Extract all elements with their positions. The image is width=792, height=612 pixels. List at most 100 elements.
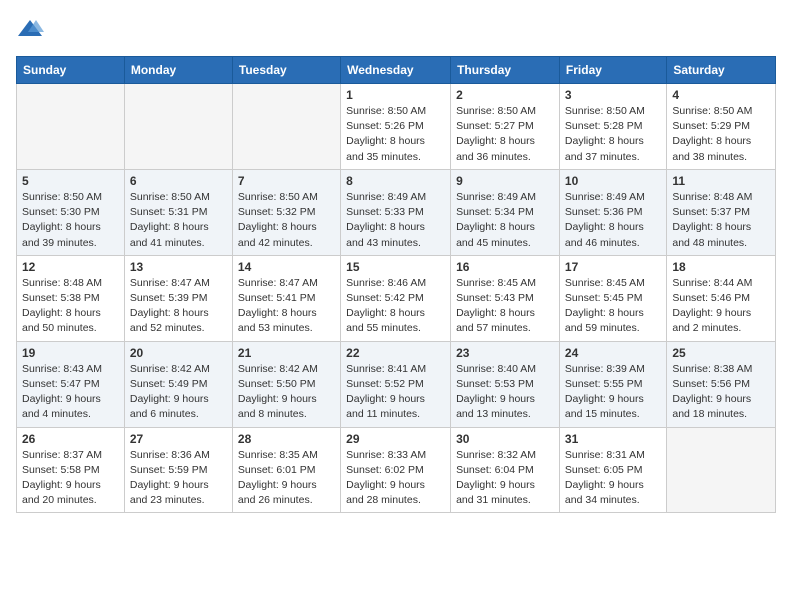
day-number: 3 [565, 88, 661, 102]
cell-content: Sunrise: 8:38 AMSunset: 5:56 PMDaylight:… [672, 362, 770, 423]
cell-content: Sunrise: 8:47 AMSunset: 5:39 PMDaylight:… [130, 276, 227, 337]
calendar-cell: 26Sunrise: 8:37 AMSunset: 5:58 PMDayligh… [17, 427, 125, 513]
day-number: 29 [346, 432, 445, 446]
cell-content: Sunrise: 8:49 AMSunset: 5:33 PMDaylight:… [346, 190, 445, 251]
cell-content: Sunrise: 8:35 AMSunset: 6:01 PMDaylight:… [238, 448, 335, 509]
day-number: 24 [565, 346, 661, 360]
week-row-1: 1 Sunrise: 8:50 AMSunset: 5:26 PMDaylight… [17, 84, 776, 170]
cell-content: Sunrise: 8:42 AMSunset: 5:50 PMDaylight:… [238, 362, 335, 423]
calendar-cell: 29 Sunrise: 8:33 AMSunset: 6:02 PMDayligh… [341, 427, 451, 513]
day-number: 16 [456, 260, 554, 274]
cell-content: Sunrise: 8:32 AMSunset: 6:04 PMDaylight:… [456, 448, 554, 509]
day-number: 14 [238, 260, 335, 274]
calendar-cell: 25 Sunrise: 8:38 AMSunset: 5:56 PMDayligh… [667, 341, 776, 427]
cell-content: Sunrise: 8:40 AMSunset: 5:53 PMDaylight:… [456, 362, 554, 423]
calendar-cell: 4Sunrise: 8:50 AMSunset: 5:29 PMDaylight… [667, 84, 776, 170]
cell-content: Sunrise: 8:50 AMSunset: 5:27 PMDaylight:… [456, 104, 554, 165]
day-number: 21 [238, 346, 335, 360]
cell-content: Sunrise: 8:50 AMSunset: 5:26 PMDaylight:… [346, 104, 445, 165]
cell-content: Sunrise: 8:42 AMSunset: 5:49 PMDaylight:… [130, 362, 227, 423]
cell-content: Sunrise: 8:49 AMSunset: 5:34 PMDaylight:… [456, 190, 554, 251]
day-number: 7 [238, 174, 335, 188]
logo [16, 16, 46, 44]
day-header-friday: Friday [559, 57, 666, 84]
day-header-wednesday: Wednesday [341, 57, 451, 84]
day-number: 25 [672, 346, 770, 360]
day-number: 11 [672, 174, 770, 188]
cell-content: Sunrise: 8:47 AMSunset: 5:41 PMDaylight:… [238, 276, 335, 337]
day-number: 28 [238, 432, 335, 446]
cell-content: Sunrise: 8:45 AMSunset: 5:43 PMDaylight:… [456, 276, 554, 337]
cell-content: Sunrise: 8:48 AMSunset: 5:38 PMDaylight:… [22, 276, 119, 337]
day-number: 22 [346, 346, 445, 360]
calendar-cell [232, 84, 340, 170]
calendar-cell: 21 Sunrise: 8:42 AMSunset: 5:50 PMDayligh… [232, 341, 340, 427]
day-number: 31 [565, 432, 661, 446]
day-number: 10 [565, 174, 661, 188]
cell-content: Sunrise: 8:44 AMSunset: 5:46 PMDaylight:… [672, 276, 770, 337]
day-number: 20 [130, 346, 227, 360]
calendar-cell: 6 Sunrise: 8:50 AMSunset: 5:31 PMDaylight… [124, 169, 232, 255]
calendar-cell: 30 Sunrise: 8:32 AMSunset: 6:04 PMDayligh… [451, 427, 560, 513]
cell-content: Sunrise: 8:50 AMSunset: 5:31 PMDaylight:… [130, 190, 227, 251]
day-number: 1 [346, 88, 445, 102]
day-number: 8 [346, 174, 445, 188]
cell-content: Sunrise: 8:39 AMSunset: 5:55 PMDaylight:… [565, 362, 661, 423]
cell-content: Sunrise: 8:41 AMSunset: 5:52 PMDaylight:… [346, 362, 445, 423]
day-number: 23 [456, 346, 554, 360]
day-number: 6 [130, 174, 227, 188]
calendar-cell: 10 Sunrise: 8:49 AMSunset: 5:36 PMDayligh… [559, 169, 666, 255]
cell-content: Sunrise: 8:50 AMSunset: 5:32 PMDaylight:… [238, 190, 335, 251]
cell-content: Sunrise: 8:46 AMSunset: 5:42 PMDaylight:… [346, 276, 445, 337]
cell-content: Sunrise: 8:50 AMSunset: 5:28 PMDaylight:… [565, 104, 661, 165]
calendar-cell: 2 Sunrise: 8:50 AMSunset: 5:27 PMDaylight… [451, 84, 560, 170]
cell-content: Sunrise: 8:50 AMSunset: 5:30 PMDaylight:… [22, 190, 119, 251]
calendar-cell: 7 Sunrise: 8:50 AMSunset: 5:32 PMDaylight… [232, 169, 340, 255]
calendar-cell: 14 Sunrise: 8:47 AMSunset: 5:41 PMDayligh… [232, 255, 340, 341]
week-row-5: 26Sunrise: 8:37 AMSunset: 5:58 PMDayligh… [17, 427, 776, 513]
week-row-3: 12 Sunrise: 8:48 AMSunset: 5:38 PMDayligh… [17, 255, 776, 341]
day-number: 15 [346, 260, 445, 274]
cell-content: Sunrise: 8:49 AMSunset: 5:36 PMDaylight:… [565, 190, 661, 251]
day-number: 17 [565, 260, 661, 274]
calendar-header-row: SundayMondayTuesdayWednesdayThursdayFrid… [17, 57, 776, 84]
day-number: 5 [22, 174, 119, 188]
calendar-cell: 5 Sunrise: 8:50 AMSunset: 5:30 PMDaylight… [17, 169, 125, 255]
calendar-cell: 31Sunrise: 8:31 AMSunset: 6:05 PMDayligh… [559, 427, 666, 513]
day-header-saturday: Saturday [667, 57, 776, 84]
logo-icon [16, 16, 44, 44]
calendar-cell: 20 Sunrise: 8:42 AMSunset: 5:49 PMDayligh… [124, 341, 232, 427]
calendar-table: SundayMondayTuesdayWednesdayThursdayFrid… [16, 56, 776, 513]
day-number: 4 [672, 88, 770, 102]
cell-content: Sunrise: 8:33 AMSunset: 6:02 PMDaylight:… [346, 448, 445, 509]
week-row-4: 19Sunrise: 8:43 AMSunset: 5:47 PMDayligh… [17, 341, 776, 427]
calendar-cell: 8 Sunrise: 8:49 AMSunset: 5:33 PMDaylight… [341, 169, 451, 255]
calendar-cell: 28 Sunrise: 8:35 AMSunset: 6:01 PMDayligh… [232, 427, 340, 513]
calendar-cell: 24 Sunrise: 8:39 AMSunset: 5:55 PMDayligh… [559, 341, 666, 427]
calendar-cell: 1 Sunrise: 8:50 AMSunset: 5:26 PMDaylight… [341, 84, 451, 170]
calendar-cell: 15 Sunrise: 8:46 AMSunset: 5:42 PMDayligh… [341, 255, 451, 341]
calendar-cell: 3 Sunrise: 8:50 AMSunset: 5:28 PMDaylight… [559, 84, 666, 170]
calendar-cell: 16 Sunrise: 8:45 AMSunset: 5:43 PMDayligh… [451, 255, 560, 341]
day-header-sunday: Sunday [17, 57, 125, 84]
day-number: 9 [456, 174, 554, 188]
day-number: 2 [456, 88, 554, 102]
day-number: 26 [22, 432, 119, 446]
day-number: 13 [130, 260, 227, 274]
week-row-2: 5 Sunrise: 8:50 AMSunset: 5:30 PMDaylight… [17, 169, 776, 255]
day-number: 27 [130, 432, 227, 446]
cell-content: Sunrise: 8:45 AMSunset: 5:45 PMDaylight:… [565, 276, 661, 337]
calendar-cell: 12 Sunrise: 8:48 AMSunset: 5:38 PMDayligh… [17, 255, 125, 341]
calendar-cell: 23 Sunrise: 8:40 AMSunset: 5:53 PMDayligh… [451, 341, 560, 427]
calendar-cell [667, 427, 776, 513]
calendar-cell [17, 84, 125, 170]
cell-content: Sunrise: 8:36 AMSunset: 5:59 PMDaylight:… [130, 448, 227, 509]
day-number: 30 [456, 432, 554, 446]
day-number: 12 [22, 260, 119, 274]
day-header-tuesday: Tuesday [232, 57, 340, 84]
page-header [16, 16, 776, 44]
calendar-cell: 9 Sunrise: 8:49 AMSunset: 5:34 PMDaylight… [451, 169, 560, 255]
calendar-cell: 22 Sunrise: 8:41 AMSunset: 5:52 PMDayligh… [341, 341, 451, 427]
calendar-cell: 13 Sunrise: 8:47 AMSunset: 5:39 PMDayligh… [124, 255, 232, 341]
day-header-monday: Monday [124, 57, 232, 84]
